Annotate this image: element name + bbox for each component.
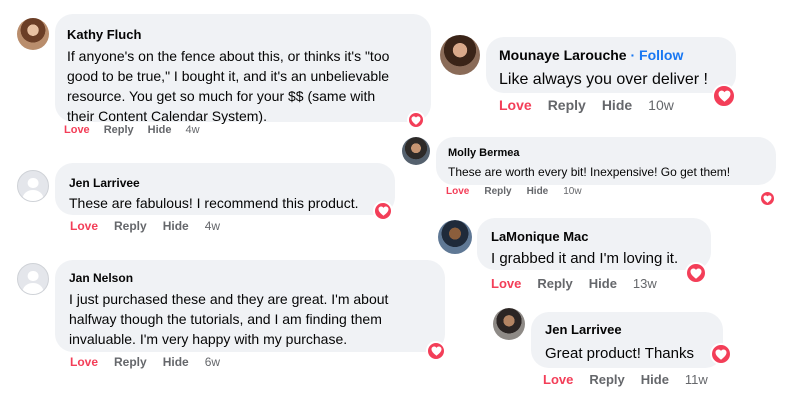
avatar-shoulders-shape (22, 282, 44, 294)
comment-actions: Love Reply Hide 6w (70, 355, 236, 369)
comment-author-line: Mounaye Larouche · Follow (499, 44, 723, 66)
avatar[interactable] (493, 308, 525, 340)
heart-icon[interactable] (426, 341, 446, 361)
comment-text-line: Great product! Thanks (545, 345, 694, 362)
comment-text-line: invaluable. I'm very happy with my purch… (69, 331, 348, 347)
love-button[interactable]: Love (491, 276, 521, 291)
avatar-shoulders-shape (22, 189, 44, 201)
heart-icon[interactable] (685, 262, 707, 284)
hide-button[interactable]: Hide (602, 97, 632, 113)
heart-icon[interactable] (710, 343, 732, 365)
love-button[interactable]: Love (543, 372, 573, 387)
hide-button[interactable]: Hide (641, 372, 669, 387)
heart-icon[interactable] (373, 201, 393, 221)
comment-bubble: Molly Bermea These are worth every bit! … (436, 137, 776, 185)
comment-bubble: LaMonique Mac I grabbed it and I'm lovin… (477, 218, 711, 270)
follow-button[interactable]: Follow (639, 47, 683, 63)
comment-author[interactable]: Jen Larrivee (545, 319, 709, 340)
hide-button[interactable]: Hide (589, 276, 617, 291)
comment-text-line: These are worth every bit! Inexpensive! … (448, 165, 731, 179)
hide-button[interactable]: Hide (527, 186, 549, 197)
avatar[interactable] (402, 137, 430, 165)
comment-author[interactable]: Molly Bermea (448, 144, 764, 162)
comment-timestamp[interactable]: 11w (685, 372, 708, 387)
default-avatar[interactable] (17, 170, 49, 202)
love-button[interactable]: Love (70, 355, 98, 369)
comment-actions: Love Reply Hide 11w (543, 368, 724, 387)
comment-timestamp[interactable]: 13w (633, 276, 657, 291)
separator-dot: · (630, 47, 636, 63)
comment-timestamp[interactable]: 10w (563, 186, 581, 197)
comment-text-line: Like always you over deliver ! (499, 71, 708, 88)
hide-button[interactable]: Hide (163, 219, 189, 233)
hide-button[interactable]: Hide (163, 355, 189, 369)
comment-actions: Love Reply Hide 10w (499, 97, 690, 113)
comment-text-line: I grabbed it and I'm loving it. (491, 250, 679, 267)
comment-text-line: their Content Calendar System). (67, 108, 267, 124)
comment-author[interactable]: Jan Nelson (69, 268, 431, 288)
reply-button[interactable]: Reply (114, 219, 147, 233)
comment-text-line: If anyone's on the fence about this, or … (67, 48, 390, 64)
comment-bubble: Mounaye Larouche · Follow Like always yo… (486, 37, 736, 93)
comment-author[interactable]: Kathy Fluch (67, 25, 419, 45)
comment-actions: Love Reply Hide 13w (491, 276, 673, 291)
comment-text-line: These are fabulous! I recommend this pro… (69, 195, 359, 211)
avatar[interactable] (440, 35, 480, 75)
reply-button[interactable]: Reply (484, 186, 511, 197)
reply-button[interactable]: Reply (537, 276, 572, 291)
heart-icon[interactable] (407, 111, 425, 129)
comment-actions: Love Reply Hide 4w (64, 124, 214, 136)
comment-bubble: Kathy Fluch If anyone's on the fence abo… (55, 14, 431, 124)
love-button[interactable]: Love (446, 186, 469, 197)
comment-timestamp[interactable]: 6w (205, 355, 220, 369)
default-avatar[interactable] (17, 263, 49, 295)
reply-button[interactable]: Reply (589, 372, 624, 387)
hide-button[interactable]: Hide (148, 124, 172, 136)
comment-author[interactable]: LaMonique Mac (491, 226, 697, 247)
comment-text-line: halfway though the tutorials, and I am f… (69, 311, 382, 327)
heart-icon[interactable] (759, 190, 776, 207)
comment-timestamp[interactable]: 4w (186, 124, 200, 136)
comment-bubble: Jen Larrivee Great product! Thanks (531, 312, 723, 368)
avatar[interactable] (17, 18, 49, 50)
love-button[interactable]: Love (70, 219, 98, 233)
heart-icon[interactable] (712, 84, 736, 108)
comment-author[interactable]: Jen Larrivee (69, 173, 381, 193)
comment-text-line: I just purchased these and they are grea… (69, 291, 389, 307)
comment-bubble: Jen Larrivee These are fabulous! I recom… (55, 163, 395, 215)
comment-actions: Love Reply Hide 4w (70, 219, 236, 233)
comment-timestamp[interactable]: 10w (648, 97, 674, 113)
avatar-head-shape (27, 270, 39, 282)
comment-timestamp[interactable]: 4w (205, 219, 220, 233)
comment-author[interactable]: Mounaye Larouche (499, 47, 627, 63)
comment-bubble: Jan Nelson I just purchased these and th… (55, 260, 445, 352)
love-button[interactable]: Love (499, 97, 532, 113)
reply-button[interactable]: Reply (114, 355, 147, 369)
avatar-head-shape (27, 177, 39, 189)
reply-button[interactable]: Reply (104, 124, 134, 136)
comment-text-line: resource. You get so much for your $$ (s… (67, 88, 376, 104)
love-button[interactable]: Love (64, 124, 90, 136)
avatar[interactable] (438, 220, 472, 254)
comment-actions: Love Reply Hide 10w (446, 186, 597, 197)
reply-button[interactable]: Reply (548, 97, 586, 113)
comment-text-line: good to be true," I bought it, and it's … (67, 68, 390, 84)
